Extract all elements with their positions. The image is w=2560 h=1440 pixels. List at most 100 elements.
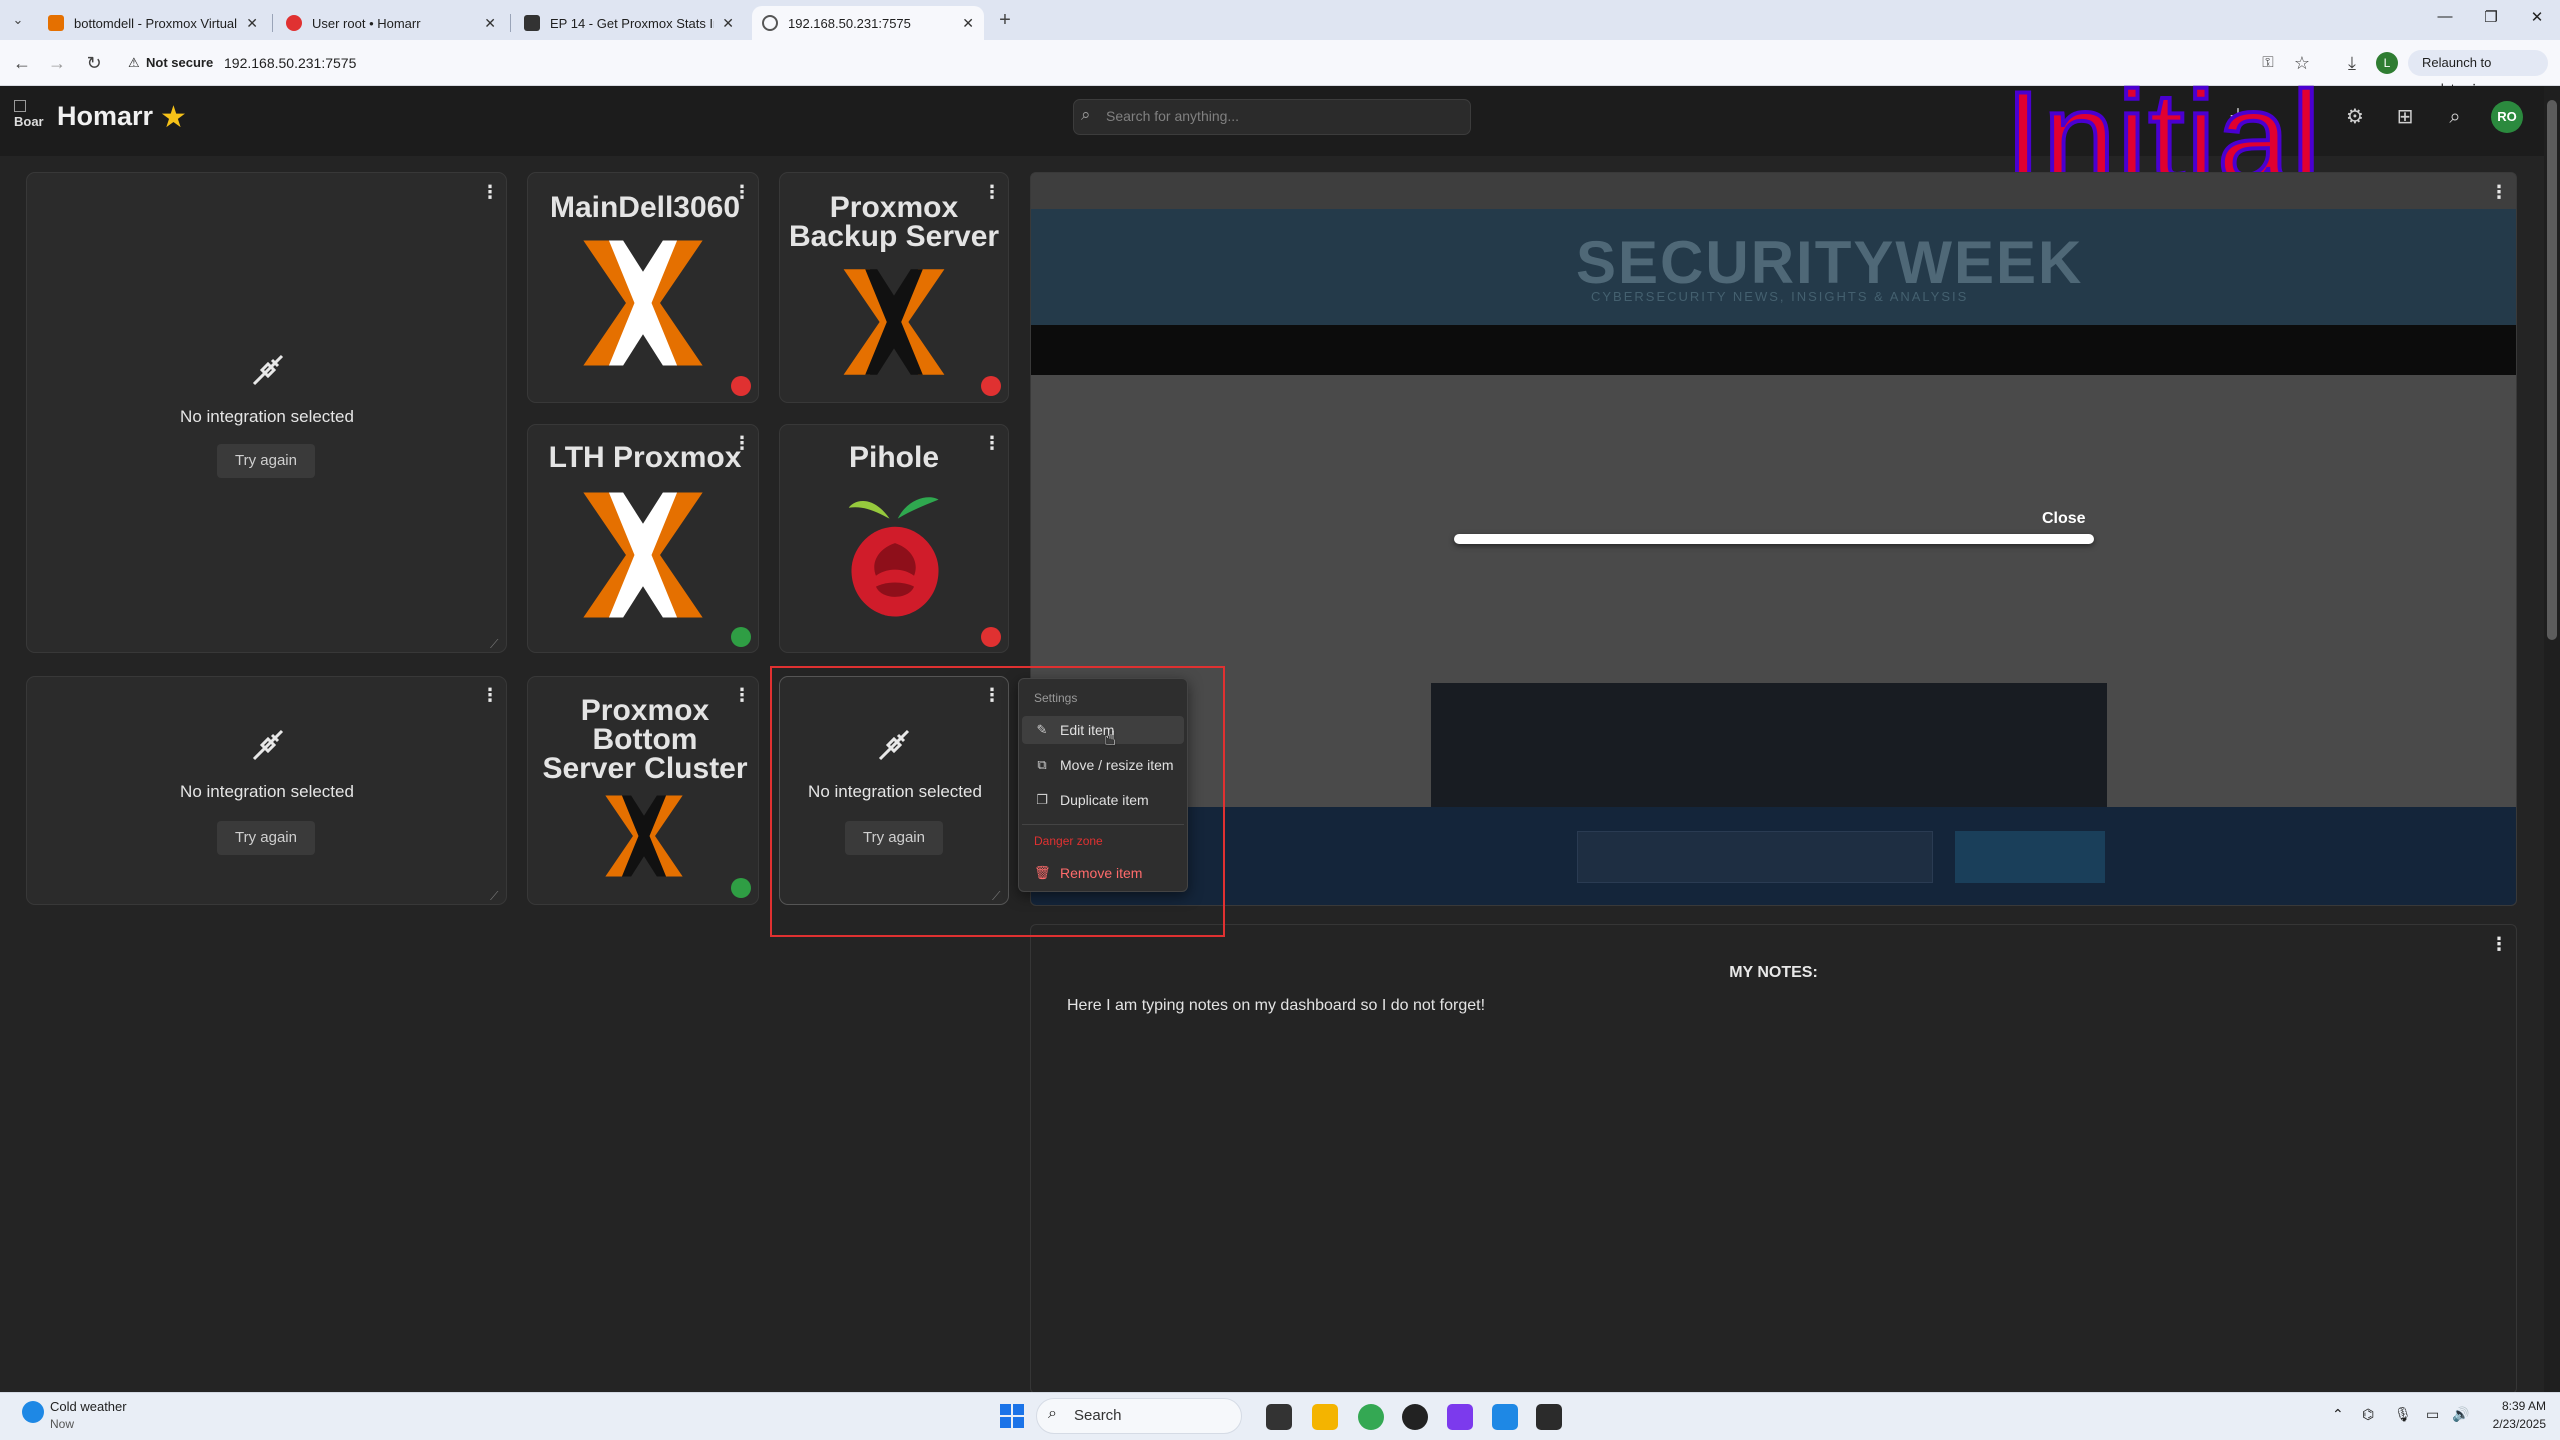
app-title-lth-proxmox: LTH Proxmox — [548, 441, 742, 474]
menu-item-duplicate[interactable]: ❐ Duplicate item — [1022, 786, 1184, 814]
user-avatar[interactable]: RO — [2491, 101, 2523, 133]
plug-off-icon — [252, 354, 284, 386]
widget-menu-button[interactable]: ⋮ — [481, 181, 499, 203]
close-tab-icon[interactable]: ✕ — [962, 15, 974, 32]
obs-icon[interactable] — [1402, 1404, 1428, 1430]
logo-image[interactable]: Boar — [14, 100, 50, 136]
clock-date[interactable]: 2/23/2025 — [2476, 1417, 2546, 1431]
app-title-proxmox-backup-server: Proxmox Backup Server — [788, 191, 1000, 253]
plug-off-icon — [252, 729, 284, 761]
homarr-favicon-icon — [286, 15, 302, 31]
iframe-email-input[interactable] — [1577, 831, 1933, 883]
new-tab-button[interactable]: + — [993, 8, 1017, 32]
menu-section-settings: Settings — [1034, 691, 1078, 705]
download-icon[interactable]: ⤓ — [2340, 51, 2364, 75]
chrome-icon[interactable] — [1358, 1404, 1384, 1430]
relaunch-button[interactable]: Relaunch to update⋮ — [2408, 50, 2548, 96]
file-explorer-icon[interactable] — [1312, 1404, 1338, 1430]
not-secure-label[interactable]: Not secure — [146, 55, 213, 70]
iframe-subscribe-button[interactable] — [1955, 831, 2105, 883]
app-icon-blue[interactable] — [1492, 1404, 1518, 1430]
menu-item-move-resize[interactable]: ⧉ Move / resize item — [1022, 751, 1184, 779]
search-placeholder: Search for anything... — [1106, 108, 1240, 124]
status-indicator-offline — [981, 627, 1001, 647]
status-indicator-offline — [731, 376, 751, 396]
iframe-modal-bar — [1454, 534, 2094, 544]
weather-subtitle: Now — [50, 1417, 75, 1431]
address-bar[interactable] — [118, 47, 2163, 79]
menu-item-remove[interactable]: 🗑 Remove item — [1022, 859, 1184, 887]
notes-title: MY NOTES: — [1729, 964, 1818, 981]
iframe-site-logo: SECURITYWEEK — [1576, 229, 2084, 296]
video-favicon-icon — [524, 15, 540, 31]
display-icon[interactable]: ▭ — [2426, 1406, 2439, 1423]
menu-divider — [1022, 824, 1184, 825]
forward-icon[interactable]: → — [45, 51, 69, 75]
close-tab-icon[interactable]: ✕ — [484, 15, 496, 32]
tab-homarr-user[interactable]: User root • Homarr ✕ — [276, 6, 506, 40]
weather-title[interactable]: Cold weather — [50, 1399, 127, 1414]
tab-proxmox[interactable]: bottomdell - Proxmox Virtual E ✕ — [38, 6, 268, 40]
proxmox-cluster-logo-icon — [605, 795, 683, 877]
notes-body[interactable]: Here I am typing notes on my dashboard s… — [1067, 997, 1485, 1015]
proxmox-favicon-icon — [48, 15, 64, 31]
network-icon[interactable]: ⌬ — [2362, 1406, 2374, 1423]
tab-search-icon[interactable]: ⌄ — [6, 8, 30, 32]
iframe-modal-close[interactable]: Close — [2042, 510, 2086, 528]
app-title[interactable]: Homarr — [57, 101, 153, 132]
menu-item-edit[interactable]: ✎ Edit item — [1022, 716, 1184, 744]
task-view-icon[interactable] — [1266, 1404, 1292, 1430]
terminal-icon[interactable] — [1536, 1404, 1562, 1430]
status-indicator-offline — [981, 376, 1001, 396]
maximize-button[interactable]: ❐ — [2476, 8, 2506, 32]
weather-icon[interactable] — [22, 1401, 44, 1423]
notes-widget[interactable] — [1030, 924, 2517, 1394]
mouse-cursor-icon: ☝ — [1104, 728, 1117, 750]
try-again-button[interactable]: Try again — [217, 821, 315, 855]
scrollbar-thumb[interactable] — [2547, 100, 2557, 640]
close-window-button[interactable]: ✕ — [2522, 8, 2552, 32]
minimize-button[interactable]: — — [2430, 8, 2460, 32]
profile-avatar[interactable]: L — [2376, 52, 2398, 74]
copy-icon: ❐ — [1036, 792, 1048, 807]
close-tab-icon[interactable]: ✕ — [246, 15, 258, 32]
url-text[interactable]: 192.168.50.231:7575 — [224, 55, 356, 71]
tab-youtube-ep14[interactable]: EP 14 - Get Proxmox Stats In Ho ✕ — [514, 6, 744, 40]
iframe-menu-button[interactable]: ⋮ — [2490, 181, 2508, 203]
notes-menu-button[interactable]: ⋮ — [2490, 933, 2508, 955]
status-indicator-online — [731, 878, 751, 898]
no-integration-text: No integration selected — [180, 407, 354, 426]
clock-time[interactable]: 8:39 AM — [2476, 1399, 2546, 1413]
resize-handle-icon[interactable]: ⟋ — [490, 890, 502, 902]
try-again-button[interactable]: Try again — [217, 444, 315, 478]
iframe-topbar — [1031, 173, 2516, 209]
widget-menu-button[interactable]: ⋮ — [481, 684, 499, 706]
back-icon[interactable]: ← — [10, 51, 34, 75]
status-indicator-online — [731, 627, 751, 647]
search-icon: ⌕ — [1081, 105, 1091, 124]
iframe-article-image — [1431, 683, 2107, 813]
reload-icon[interactable]: ↻ — [82, 51, 106, 75]
taskbar-search-box[interactable] — [1036, 1398, 1242, 1434]
volume-icon[interactable]: 🔊 — [2452, 1406, 2469, 1423]
header-search-icon[interactable]: ⌕ — [2441, 103, 2469, 131]
pihole-logo-icon — [848, 497, 939, 617]
close-tab-icon[interactable]: ✕ — [722, 15, 734, 32]
app-title-pihole: Pihole — [848, 441, 939, 474]
board-switch-icon[interactable]: ⊞ — [2391, 103, 2419, 131]
pencil-icon: ✎ — [1036, 722, 1048, 737]
app-icon-purple[interactable] — [1447, 1404, 1473, 1430]
not-secure-icon[interactable]: ⚠ — [128, 55, 140, 71]
tray-chevron-icon[interactable]: ⌃ — [2332, 1406, 2344, 1423]
microphone-icon[interactable]: 🎙 — [2394, 1406, 2412, 1423]
proxmox-backup-logo-icon — [843, 269, 945, 375]
taskbar-search-icon: ⌕ — [1048, 1405, 1057, 1422]
trash-icon: 🗑 — [1034, 865, 1051, 880]
globe-favicon-icon — [762, 15, 778, 31]
gear-icon[interactable]: ⚙ — [2341, 103, 2369, 131]
resize-handle-icon[interactable]: ⟋ — [490, 638, 502, 650]
windows-start-icon[interactable] — [1000, 1404, 1024, 1428]
tab-active-dashboard[interactable]: 192.168.50.231:7575 ✕ — [752, 6, 984, 40]
iframe-nav-bar — [1031, 325, 2516, 375]
star-icon: ★ — [160, 101, 187, 134]
